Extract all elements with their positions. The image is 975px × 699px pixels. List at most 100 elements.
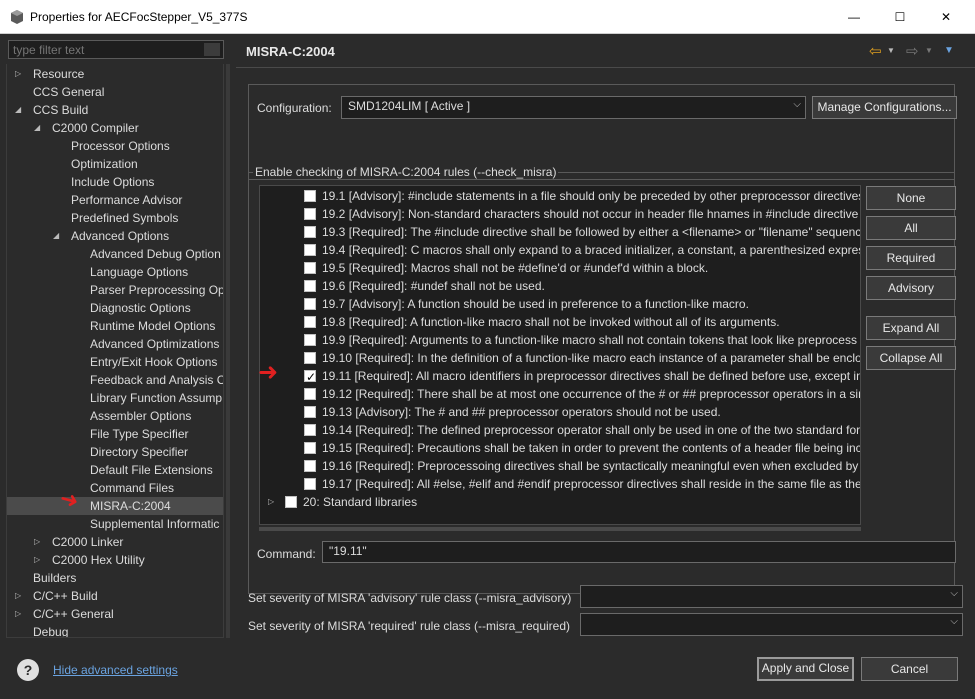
sidebar-item[interactable]: Parser Preprocessing Op bbox=[7, 281, 223, 299]
rule-item[interactable]: 19.15 [Required]: Precautions shall be t… bbox=[260, 439, 860, 457]
forward-menu-icon[interactable]: ▼ bbox=[925, 46, 933, 55]
rule-item[interactable]: 19.5 [Required]: Macros shall not be #de… bbox=[260, 259, 860, 277]
rule-item[interactable]: 19.4 [Required]: C macros shall only exp… bbox=[260, 241, 860, 259]
forward-arrow-icon[interactable]: ⇨ bbox=[906, 42, 919, 60]
sidebar-item[interactable]: ▷ C/C++ General bbox=[7, 605, 223, 623]
sidebar-item[interactable]: ◢ Advanced Options bbox=[7, 227, 223, 245]
all-button[interactable]: All bbox=[866, 216, 956, 240]
minimize-button[interactable]: — bbox=[831, 0, 877, 34]
sidebar-item[interactable]: Assembler Options bbox=[7, 407, 223, 425]
rule-checkbox[interactable] bbox=[304, 478, 316, 490]
expand-all-button[interactable]: Expand All bbox=[866, 316, 956, 340]
advisory-button[interactable]: Advisory bbox=[866, 276, 956, 300]
sidebar-item[interactable]: Performance Advisor bbox=[7, 191, 223, 209]
rule-checkbox[interactable] bbox=[304, 388, 316, 400]
rule-checkbox[interactable] bbox=[304, 244, 316, 256]
sidebar-item[interactable]: Predefined Symbols bbox=[7, 209, 223, 227]
rule-checkbox[interactable] bbox=[304, 334, 316, 346]
rule-item[interactable]: 19.13 [Advisory]: The # and ## preproces… bbox=[260, 403, 860, 421]
sidebar-item[interactable]: Language Options bbox=[7, 263, 223, 281]
rule-item[interactable]: 19.10 [Required]: In the definition of a… bbox=[260, 349, 860, 367]
sidebar-item[interactable]: ▷ Resource bbox=[7, 65, 223, 83]
view-menu-icon[interactable]: ▼ bbox=[944, 45, 954, 56]
sidebar-item[interactable]: File Type Specifier bbox=[7, 425, 223, 443]
filter-input[interactable] bbox=[8, 40, 224, 59]
sidebar-item[interactable]: Directory Specifier bbox=[7, 443, 223, 461]
rule-checkbox[interactable] bbox=[304, 316, 316, 328]
sidebar-item[interactable]: Advanced Debug Option bbox=[7, 245, 223, 263]
expanded-icon[interactable]: ◢ bbox=[53, 227, 63, 245]
sidebar-item[interactable]: Default File Extensions bbox=[7, 461, 223, 479]
sidebar-item[interactable]: Processor Options bbox=[7, 137, 223, 155]
sidebar-item[interactable]: Command Files bbox=[7, 479, 223, 497]
configuration-select[interactable]: SMD1204LIM [ Active ] ⌵ bbox=[341, 96, 806, 119]
rule-item[interactable]: 19.14 [Required]: The defined preprocess… bbox=[260, 421, 860, 439]
rule-checkbox[interactable] bbox=[304, 208, 316, 220]
rule-item[interactable]: ✓ 19.11 [Required]: All macro identifiers… bbox=[260, 367, 860, 385]
rule-checkbox[interactable]: ✓ bbox=[304, 370, 316, 384]
maximize-button[interactable]: ☐ bbox=[877, 0, 923, 34]
rule-checkbox[interactable] bbox=[304, 424, 316, 436]
help-icon[interactable]: ? bbox=[17, 659, 39, 681]
sidebar-item[interactable]: MISRA-C:2004 bbox=[7, 497, 223, 515]
rule-item[interactable]: 19.9 [Required]: Arguments to a function… bbox=[260, 331, 860, 349]
sidebar-item[interactable]: Runtime Model Options bbox=[7, 317, 223, 335]
collapsed-icon[interactable]: ▷ bbox=[34, 533, 44, 551]
collapsed-icon[interactable]: ▷ bbox=[34, 551, 44, 569]
rules-tree[interactable]: 19.1 [Advisory]: #include statements in … bbox=[259, 185, 861, 525]
rule-item[interactable]: 19.12 [Required]: There shall be at most… bbox=[260, 385, 860, 403]
sidebar-item[interactable]: Optimization bbox=[7, 155, 223, 173]
rule-item[interactable]: 19.16 [Required]: Preprocessoing directi… bbox=[260, 457, 860, 475]
sidebar-item[interactable]: Builders bbox=[7, 569, 223, 587]
rule-item[interactable]: 19.6 [Required]: #undef shall not be use… bbox=[260, 277, 860, 295]
apply-and-close-button[interactable]: Apply and Close bbox=[757, 657, 854, 681]
rule-item[interactable]: 19.1 [Advisory]: #include statements in … bbox=[260, 187, 860, 205]
sidebar-item[interactable]: ◢ C2000 Compiler bbox=[7, 119, 223, 137]
rule-checkbox[interactable] bbox=[304, 226, 316, 238]
back-menu-icon[interactable]: ▼ bbox=[887, 46, 895, 55]
none-button[interactable]: None bbox=[866, 186, 956, 210]
rule-item[interactable]: 19.8 [Required]: A function-like macro s… bbox=[260, 313, 860, 331]
advisory-severity-select[interactable]: ⌵ bbox=[580, 585, 963, 608]
manage-configurations-button[interactable]: Manage Configurations... bbox=[812, 96, 957, 119]
close-button[interactable]: ✕ bbox=[923, 0, 969, 34]
expanded-icon[interactable]: ◢ bbox=[34, 119, 44, 137]
sidebar-item[interactable]: Feedback and Analysis C bbox=[7, 371, 223, 389]
rule-checkbox[interactable] bbox=[304, 352, 316, 364]
sidebar-item[interactable]: CCS General bbox=[7, 83, 223, 101]
sidebar-item[interactable]: ▷ C/C++ Build bbox=[7, 587, 223, 605]
rule-item[interactable]: 19.2 [Advisory]: Non-standard characters… bbox=[260, 205, 860, 223]
hide-advanced-settings-link[interactable]: Hide advanced settings bbox=[53, 663, 178, 677]
sidebar-item[interactable]: Supplemental Informatic bbox=[7, 515, 223, 533]
rule-checkbox[interactable] bbox=[304, 298, 316, 310]
sidebar-item[interactable]: Library Function Assump bbox=[7, 389, 223, 407]
back-arrow-icon[interactable]: ⇦ bbox=[869, 42, 882, 60]
sidebar-item[interactable]: ▷ C2000 Hex Utility bbox=[7, 551, 223, 569]
sidebar-item[interactable]: Advanced Optimizations bbox=[7, 335, 223, 353]
rule-checkbox[interactable] bbox=[304, 460, 316, 472]
sidebar-item[interactable]: Include Options bbox=[7, 173, 223, 191]
sidebar-item[interactable]: Entry/Exit Hook Options bbox=[7, 353, 223, 371]
command-field[interactable]: "19.11" bbox=[322, 541, 956, 563]
cancel-button[interactable]: Cancel bbox=[861, 657, 958, 681]
sidebar-item[interactable]: ◢ CCS Build bbox=[7, 101, 223, 119]
rule-checkbox[interactable] bbox=[304, 406, 316, 418]
rule-item[interactable]: 19.3 [Required]: The #include directive … bbox=[260, 223, 860, 241]
expanded-icon[interactable]: ◢ bbox=[15, 101, 25, 119]
collapsed-icon[interactable]: ▷ bbox=[268, 493, 278, 511]
required-button[interactable]: Required bbox=[866, 246, 956, 270]
rule-item[interactable]: 19.17 [Required]: All #else, #elif and #… bbox=[260, 475, 860, 493]
sidebar-item[interactable]: ▷ C2000 Linker bbox=[7, 533, 223, 551]
filter-clear-icon[interactable] bbox=[204, 43, 220, 56]
rule-checkbox[interactable] bbox=[304, 442, 316, 454]
rules-hscrollbar[interactable] bbox=[259, 527, 861, 531]
preference-tree[interactable]: ▷ Resource CCS General ◢ CCS Build ◢ C2000 Com… bbox=[6, 64, 224, 638]
collapsed-icon[interactable]: ▷ bbox=[15, 587, 25, 605]
rule-checkbox[interactable] bbox=[304, 262, 316, 274]
rule-checkbox[interactable] bbox=[304, 280, 316, 292]
rule-checkbox[interactable] bbox=[304, 190, 316, 202]
collapsed-icon[interactable]: ▷ bbox=[15, 605, 25, 623]
collapsed-icon[interactable]: ▷ bbox=[15, 65, 25, 83]
sidebar-item[interactable]: Diagnostic Options bbox=[7, 299, 223, 317]
sidebar-item[interactable]: Debug bbox=[7, 623, 223, 637]
